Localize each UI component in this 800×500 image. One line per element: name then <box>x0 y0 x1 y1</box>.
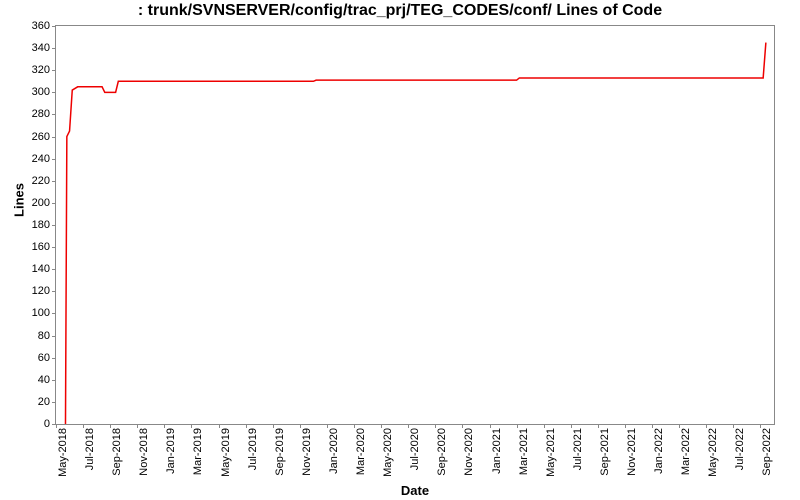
x-tick-label: May-2018 <box>57 428 69 477</box>
x-axis-label: Date <box>55 483 775 498</box>
x-tick-label: May-2019 <box>220 428 232 477</box>
y-tick-mark <box>52 114 56 115</box>
x-tick-label: Jul-2022 <box>734 428 746 470</box>
line-series <box>56 26 774 424</box>
x-tick-label: Jan-2022 <box>653 428 665 474</box>
y-tick-mark <box>52 380 56 381</box>
y-tick-label: 240 <box>10 153 56 165</box>
x-tick-label: Mar-2021 <box>518 428 530 475</box>
x-tick-label: Mar-2020 <box>355 428 367 475</box>
y-tick-mark <box>52 203 56 204</box>
x-tick-label: Sep-2019 <box>274 428 286 476</box>
x-tick-label: Sep-2020 <box>436 428 448 476</box>
y-tick-label: 200 <box>10 197 56 209</box>
y-tick-mark <box>52 247 56 248</box>
y-tick-mark <box>52 358 56 359</box>
x-tick-label: Jul-2021 <box>572 428 584 470</box>
y-tick-mark <box>52 70 56 71</box>
y-tick-label: 20 <box>10 396 56 408</box>
y-tick-label: 40 <box>10 374 56 386</box>
x-tick-label: Nov-2019 <box>301 428 313 476</box>
y-tick-label: 60 <box>10 352 56 364</box>
x-tick-label: Jan-2019 <box>165 428 177 474</box>
chart-title: : trunk/SVNSERVER/config/trac_prj/TEG_CO… <box>0 2 800 20</box>
y-tick-mark <box>52 92 56 93</box>
x-tick-label: May-2022 <box>707 428 719 477</box>
y-tick-mark <box>52 26 56 27</box>
y-tick-label: 360 <box>10 20 56 32</box>
y-tick-label: 80 <box>10 330 56 342</box>
x-tick-label: May-2021 <box>545 428 557 477</box>
x-tick-label: Nov-2020 <box>463 428 475 476</box>
y-tick-label: 140 <box>10 263 56 275</box>
y-tick-label: 120 <box>10 285 56 297</box>
x-tick-label: Mar-2019 <box>192 428 204 475</box>
y-tick-label: 280 <box>10 108 56 120</box>
y-tick-label: 220 <box>10 175 56 187</box>
x-tick-label: Nov-2018 <box>138 428 150 476</box>
y-tick-mark <box>52 336 56 337</box>
x-tick-label: Sep-2018 <box>111 428 123 476</box>
y-tick-mark <box>52 313 56 314</box>
y-tick-mark <box>52 181 56 182</box>
x-tick-label: Jul-2018 <box>84 428 96 470</box>
y-tick-mark <box>52 48 56 49</box>
y-tick-mark <box>52 159 56 160</box>
plot-area: 0204060801001201401601802002202402602803… <box>55 25 775 425</box>
x-tick-label: Sep-2021 <box>599 428 611 476</box>
x-tick-label: Jul-2019 <box>247 428 259 470</box>
y-tick-mark <box>52 402 56 403</box>
y-tick-label: 340 <box>10 42 56 54</box>
x-tick-label: Sep-2022 <box>761 428 773 476</box>
y-tick-mark <box>52 269 56 270</box>
y-tick-mark <box>52 225 56 226</box>
y-tick-label: 0 <box>10 418 56 430</box>
x-tick-label: Nov-2021 <box>626 428 638 476</box>
x-tick-label: May-2020 <box>382 428 394 477</box>
x-tick-label: Jan-2020 <box>328 428 340 474</box>
y-tick-label: 320 <box>10 64 56 76</box>
data-line <box>65 43 765 424</box>
y-tick-label: 300 <box>10 86 56 98</box>
x-tick-label: Jan-2021 <box>491 428 503 474</box>
y-tick-label: 160 <box>10 241 56 253</box>
x-tick-label: Jul-2020 <box>409 428 421 470</box>
y-tick-label: 180 <box>10 219 56 231</box>
chart-container: : trunk/SVNSERVER/config/trac_prj/TEG_CO… <box>0 0 800 500</box>
y-tick-label: 260 <box>10 131 56 143</box>
y-tick-mark <box>52 137 56 138</box>
y-tick-label: 100 <box>10 307 56 319</box>
y-tick-mark <box>52 291 56 292</box>
x-tick-label: Mar-2022 <box>680 428 692 475</box>
